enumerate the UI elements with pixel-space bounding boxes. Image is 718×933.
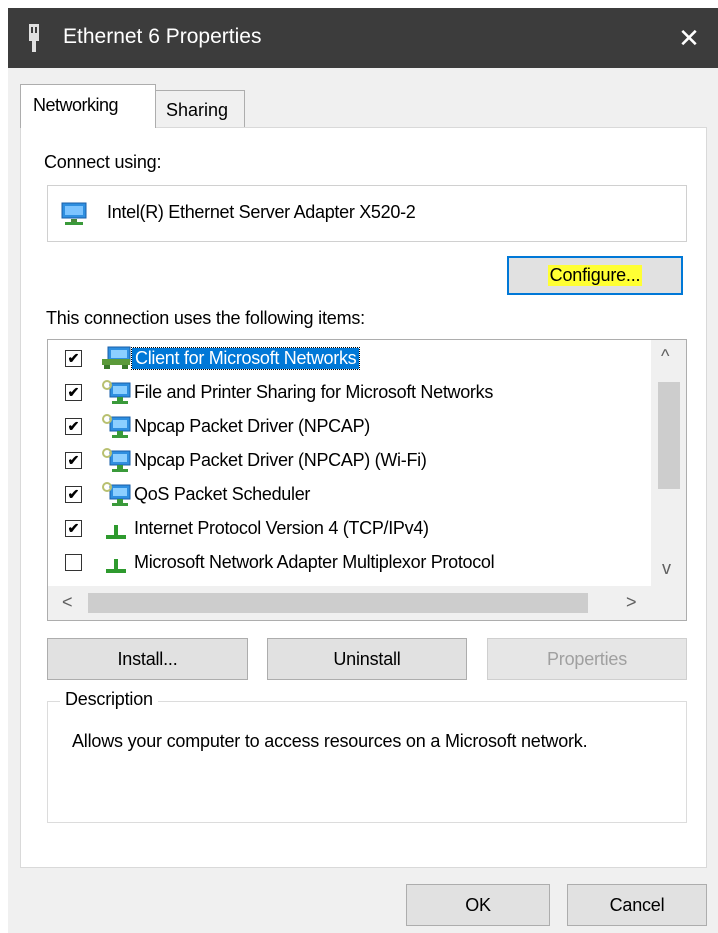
scroll-down-arrow[interactable]: v	[662, 558, 671, 579]
vertical-scroll-thumb[interactable]	[658, 382, 680, 489]
tab-networking[interactable]: Networking	[20, 84, 156, 128]
network-service-icon	[100, 379, 132, 407]
uninstall-button[interactable]: Uninstall	[267, 638, 467, 680]
items-label: This connection uses the following items…	[46, 308, 365, 328]
item-label: File and Printer Sharing for Microsoft N…	[134, 382, 494, 402]
network-adapter-icon	[61, 202, 87, 225]
description-legend: Description	[60, 689, 158, 710]
network-service-icon	[100, 413, 132, 441]
network-service-icon	[100, 447, 132, 475]
item-label: Microsoft Network Adapter Multiplexor Pr…	[134, 552, 495, 572]
description-text: Allows your computer to access resources…	[72, 731, 588, 751]
close-icon: ✕	[678, 22, 700, 53]
connect-using-label: Connect using:	[44, 152, 162, 172]
list-item[interactable]: ✔ QoS Packet Scheduler	[48, 478, 644, 512]
list-item[interactable]: ✔ Npcap Packet Driver (NPCAP)	[48, 410, 644, 444]
item-checkbox[interactable]: ✔	[65, 384, 82, 401]
items-list[interactable]: Microsoft Network Adapter Multiplexor Pr…	[47, 339, 687, 621]
scrollbar-corner	[651, 586, 686, 620]
list-item[interactable]: ✔ Client for Microsoft Networks	[48, 342, 644, 376]
scroll-right-arrow[interactable]: >	[626, 592, 637, 613]
adapter-field: Intel(R) Ethernet Server Adapter X520-2	[47, 185, 687, 242]
scroll-left-arrow[interactable]: <	[62, 592, 73, 613]
horizontal-scroll-thumb[interactable]	[88, 593, 588, 613]
item-label: Npcap Packet Driver (NPCAP) (Wi-Fi)	[134, 450, 427, 470]
cancel-button[interactable]: Cancel	[567, 884, 707, 926]
properties-button: Properties	[487, 638, 687, 680]
adapter-name: Intel(R) Ethernet Server Adapter X520-2	[107, 202, 416, 222]
item-label: Npcap Packet Driver (NPCAP)	[134, 416, 370, 436]
list-item[interactable]: ✔ Npcap Packet Driver (NPCAP) (Wi-Fi)	[48, 444, 644, 478]
item-label: Internet Protocol Version 4 (TCP/IPv4)	[134, 518, 429, 538]
list-item[interactable]: Microsoft Network Adapter Multiplexor Pr…	[48, 546, 644, 580]
item-checkbox[interactable]	[65, 554, 82, 571]
item-checkbox[interactable]: ✔	[65, 486, 82, 503]
window-title: Ethernet 6 Properties	[63, 25, 262, 48]
title-bar[interactable]: Ethernet 6 Properties ✕	[8, 8, 718, 68]
item-checkbox[interactable]: ✔	[65, 418, 82, 435]
configure-button[interactable]: Configure...	[507, 256, 683, 295]
horizontal-scrollbar[interactable]: < >	[48, 586, 651, 620]
properties-dialog: Ethernet 6 Properties ✕ Networking Shari…	[8, 8, 718, 933]
description-group: Description Allows your computer to acce…	[47, 689, 687, 823]
protocol-icon	[100, 549, 132, 577]
ok-button[interactable]: OK	[406, 884, 550, 926]
scroll-up-arrow[interactable]: ^	[661, 346, 669, 367]
close-button[interactable]: ✕	[660, 8, 718, 68]
item-label: QoS Packet Scheduler	[134, 484, 311, 504]
network-client-icon	[100, 345, 132, 373]
list-item[interactable]: ✔ File and Printer Sharing for Microsoft …	[48, 376, 644, 410]
vertical-scrollbar[interactable]: ^ v	[651, 340, 686, 586]
network-cable-icon	[29, 24, 39, 52]
configure-label: Configure...	[547, 265, 643, 286]
protocol-icon	[100, 515, 132, 543]
item-label: Client for Microsoft Networks	[130, 347, 361, 370]
item-checkbox[interactable]: ✔	[65, 520, 82, 537]
item-checkbox[interactable]: ✔	[65, 350, 82, 367]
network-service-icon	[100, 481, 132, 509]
tab-sharing[interactable]: Sharing	[155, 90, 245, 128]
item-checkbox[interactable]: ✔	[65, 452, 82, 469]
list-item[interactable]: ✔ Internet Protocol Version 4 (TCP/IPv4)	[48, 512, 644, 546]
install-button[interactable]: Install...	[47, 638, 248, 680]
